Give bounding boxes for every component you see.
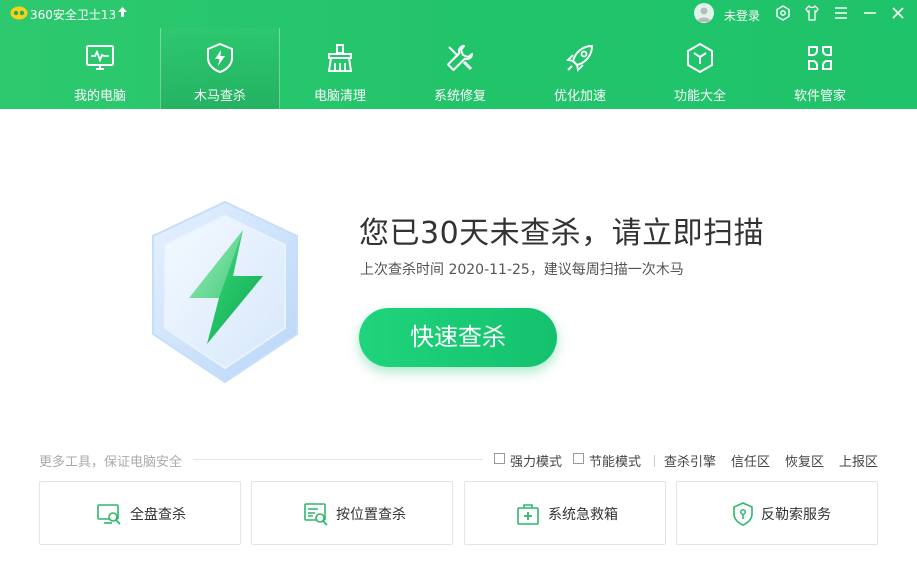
- avatar[interactable]: [694, 3, 714, 23]
- nav-label: 优化加速: [553, 89, 606, 104]
- nav-label: 软件管家: [793, 89, 846, 104]
- location-scan-card[interactable]: 按位置查杀: [251, 481, 453, 545]
- nav-item-system-repair[interactable]: 系统修复: [400, 28, 520, 109]
- nav-label: 功能大全: [673, 89, 726, 104]
- strong-mode-checkbox[interactable]: [494, 453, 505, 464]
- anti-ransom-shield-icon: [733, 502, 753, 526]
- menu-icon[interactable]: [832, 4, 850, 22]
- nav-item-trojan-scan[interactable]: 木马查杀: [160, 28, 280, 109]
- hexagon-icon: [687, 42, 713, 74]
- minimize-icon[interactable]: [861, 4, 879, 22]
- apps-icon: [808, 46, 832, 70]
- tools-section-label: 更多工具，保证电脑安全: [39, 455, 183, 470]
- full-scan-icon: [97, 504, 121, 525]
- shield-lightning-illustration: [152, 200, 298, 384]
- skin-icon[interactable]: [774, 4, 792, 22]
- title-bar: 360安全卫士13 未登录: [0, 0, 917, 28]
- first-aid-icon: [517, 504, 539, 525]
- header: 360安全卫士13 未登录 我的电脑 木马查杀 电脑清理 系统修复 优化加速 功…: [0, 0, 917, 109]
- location-scan-icon: [304, 503, 328, 526]
- nav-label: 电脑清理: [313, 89, 366, 104]
- wrench-icon: [447, 45, 473, 71]
- card-label: 反勒索服务: [761, 507, 831, 523]
- nav-item-cleanup[interactable]: 电脑清理: [280, 28, 400, 109]
- nav-label: 系统修复: [433, 89, 486, 104]
- scan-headline: 您已30天未查杀，请立即扫描: [359, 216, 765, 251]
- trust-zone-link[interactable]: 信任区: [731, 451, 770, 470]
- scan-engine-link[interactable]: 查杀引擎: [664, 451, 716, 470]
- nav-item-features[interactable]: 功能大全: [640, 28, 760, 109]
- nav-label: 木马查杀: [193, 89, 246, 104]
- nav-item-optimize[interactable]: 优化加速: [520, 28, 640, 109]
- last-scan-info: 上次查杀时间 2020-11-25，建议每周扫描一次木马: [360, 262, 684, 278]
- update-arrow-icon[interactable]: [117, 6, 128, 18]
- restore-zone-link[interactable]: 恢复区: [785, 451, 824, 470]
- shield-lightning-icon: [207, 42, 233, 74]
- quick-scan-button[interactable]: 快速查杀: [359, 308, 557, 367]
- card-label: 系统急救箱: [548, 507, 618, 523]
- user-icon: [697, 7, 711, 22]
- main-nav: 我的电脑 木马查杀 电脑清理 系统修复 优化加速 功能大全 软件管家: [40, 28, 880, 109]
- computer-icon: [86, 45, 114, 70]
- app-title: 360安全卫士13: [30, 8, 117, 22]
- card-label: 按位置查杀: [336, 507, 406, 523]
- full-scan-card[interactable]: 全盘查杀: [39, 481, 241, 545]
- power-save-mode-label[interactable]: 节能模式: [589, 451, 641, 470]
- shirt-icon[interactable]: [803, 4, 821, 22]
- nav-item-software-manager[interactable]: 软件管家: [760, 28, 880, 109]
- nav-label: 我的电脑: [73, 89, 126, 104]
- close-icon[interactable]: [889, 4, 907, 22]
- separator: [654, 455, 655, 467]
- nav-item-my-computer[interactable]: 我的电脑: [40, 28, 160, 109]
- card-label: 全盘查杀: [130, 507, 186, 523]
- logo-icon: [10, 6, 28, 20]
- first-aid-kit-card[interactable]: 系统急救箱: [464, 481, 666, 545]
- strong-mode-label[interactable]: 强力模式: [510, 451, 562, 470]
- report-zone-link[interactable]: 上报区: [839, 451, 878, 470]
- broom-icon: [327, 44, 353, 72]
- rocket-icon: [566, 45, 593, 72]
- login-link[interactable]: 未登录: [724, 7, 760, 24]
- divider: [193, 459, 483, 460]
- anti-ransomware-card[interactable]: 反勒索服务: [676, 481, 878, 545]
- power-save-mode-checkbox[interactable]: [573, 453, 584, 464]
